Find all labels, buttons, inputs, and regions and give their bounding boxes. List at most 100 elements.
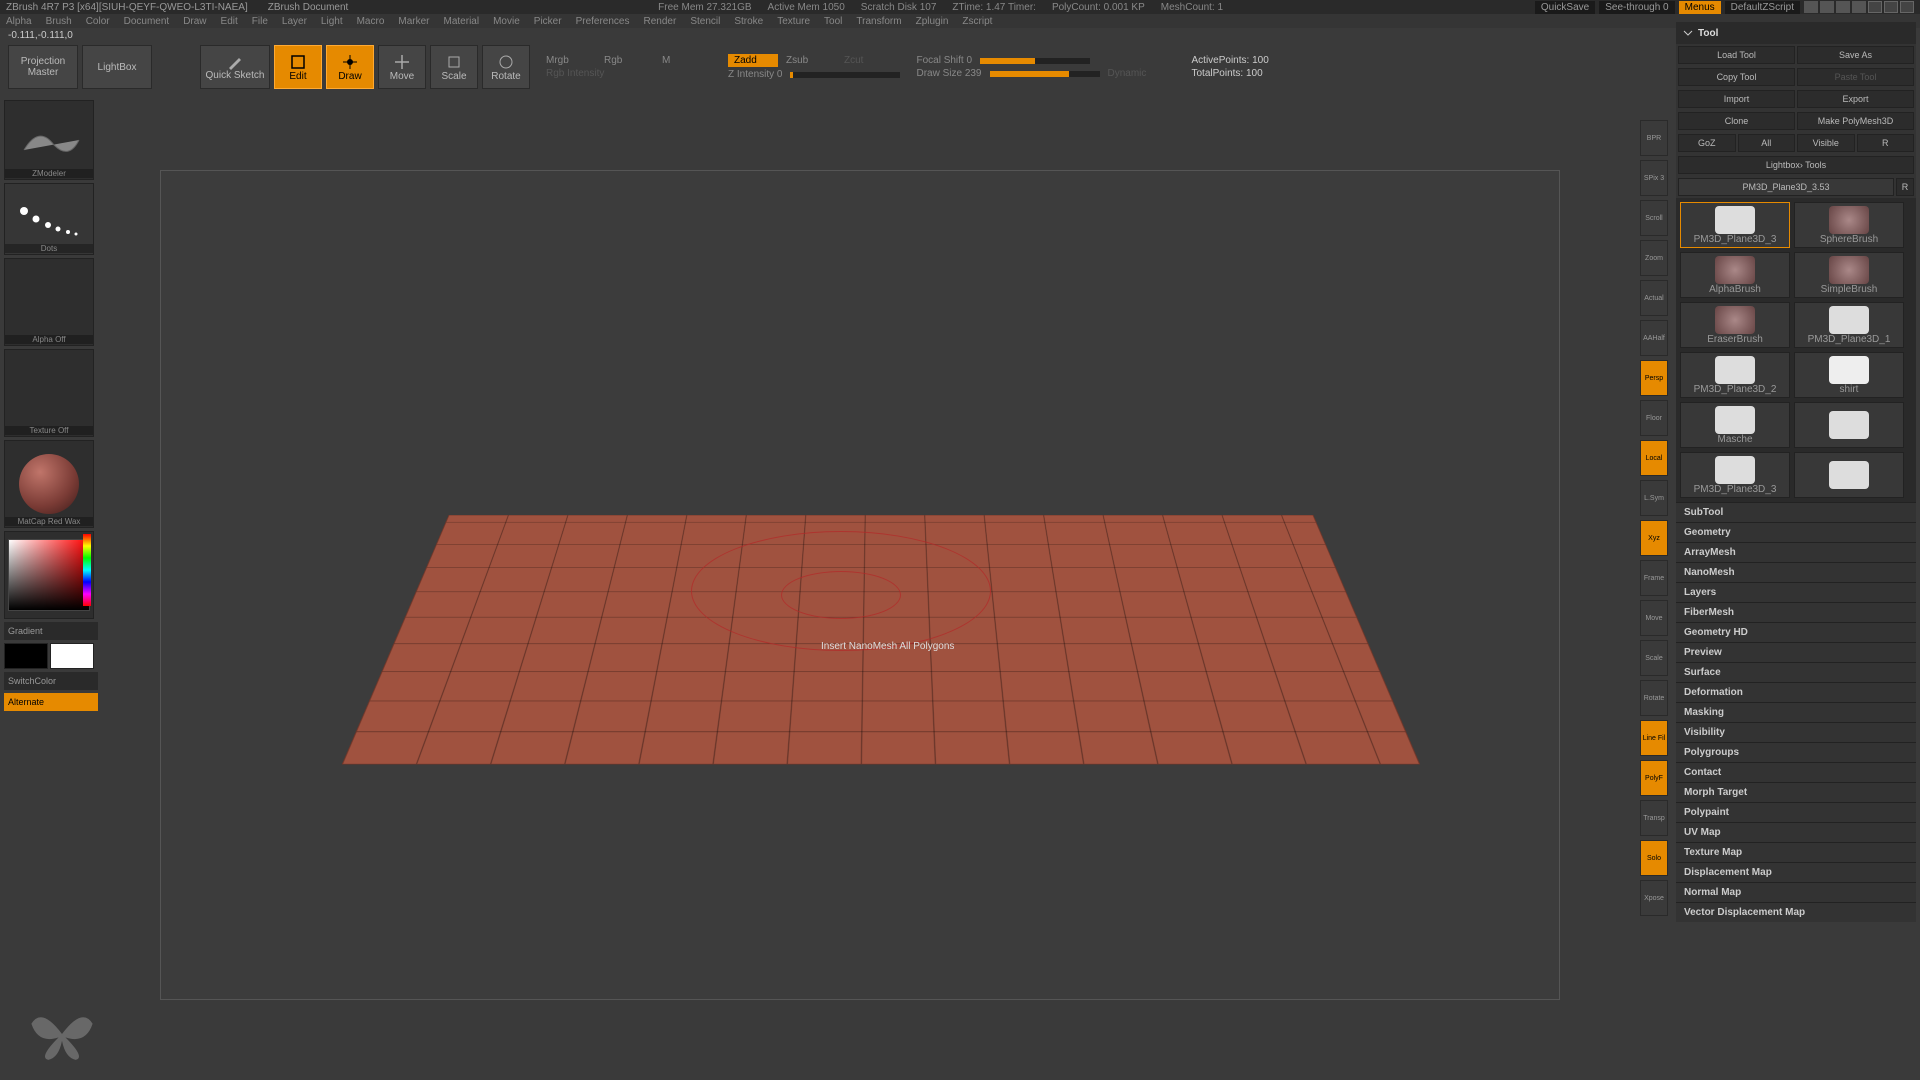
tool-item-alphabrush[interactable]: AlphaBrush — [1680, 252, 1790, 298]
section-preview[interactable]: Preview — [1676, 642, 1916, 662]
section-contact[interactable]: Contact — [1676, 762, 1916, 782]
menu-preferences[interactable]: Preferences — [576, 16, 630, 27]
menu-edit[interactable]: Edit — [221, 16, 238, 27]
titlebar-icon-1[interactable] — [1804, 1, 1818, 13]
close-button[interactable] — [1900, 1, 1914, 13]
mrgb-label[interactable]: Mrgb — [546, 55, 596, 66]
tool-item-empty-9[interactable] — [1794, 402, 1904, 448]
alternate-button[interactable]: Alternate — [4, 693, 98, 711]
paste-tool-button[interactable]: Paste Tool — [1797, 68, 1914, 86]
focal-label[interactable]: Focal Shift 0 — [916, 55, 972, 66]
nav-xpose[interactable]: Xpose — [1640, 880, 1668, 916]
quicksketch-button[interactable]: Quick Sketch — [200, 45, 270, 89]
drawsize-slider[interactable] — [990, 71, 1100, 77]
r-button[interactable]: R — [1857, 134, 1915, 152]
stroke-selector[interactable]: Dots — [4, 183, 94, 255]
zint-label[interactable]: Z Intensity 0 — [728, 69, 782, 80]
draw-button[interactable]: Draw — [326, 45, 374, 89]
brush-selector[interactable]: ZModeler — [4, 100, 94, 180]
menu-material[interactable]: Material — [444, 16, 480, 27]
section-displacement-map[interactable]: Displacement Map — [1676, 862, 1916, 882]
color-picker[interactable] — [4, 531, 94, 619]
m-label[interactable]: M — [662, 55, 712, 66]
max-button[interactable] — [1884, 1, 1898, 13]
menu-macro[interactable]: Macro — [357, 16, 385, 27]
menu-tool[interactable]: Tool — [824, 16, 842, 27]
menu-draw[interactable]: Draw — [183, 16, 206, 27]
nav-solo[interactable]: Solo — [1640, 840, 1668, 876]
nav-spix-3[interactable]: SPix 3 — [1640, 160, 1668, 196]
tool-item-masche[interactable]: Masche — [1680, 402, 1790, 448]
focal-slider[interactable] — [980, 58, 1090, 64]
material-selector[interactable]: MatCap Red Wax — [4, 440, 94, 528]
visible-button[interactable]: Visible — [1797, 134, 1855, 152]
section-vector-displacement-map[interactable]: Vector Displacement Map — [1676, 902, 1916, 922]
menu-zscript[interactable]: Zscript — [962, 16, 992, 27]
menu-alpha[interactable]: Alpha — [6, 16, 32, 27]
copy-tool-button[interactable]: Copy Tool — [1678, 68, 1795, 86]
make-polymesh3d-button[interactable]: Make PolyMesh3D — [1797, 112, 1914, 130]
import-button[interactable]: Import — [1678, 90, 1795, 108]
menu-stroke[interactable]: Stroke — [734, 16, 763, 27]
zint-slider[interactable] — [790, 72, 900, 78]
zsub-button[interactable]: Zsub — [786, 55, 836, 66]
section-subtool[interactable]: SubTool — [1676, 502, 1916, 522]
tool-item-simplebrush[interactable]: SimpleBrush — [1794, 252, 1904, 298]
scale-button[interactable]: Scale — [430, 45, 478, 89]
tool-r-button[interactable]: R — [1896, 178, 1914, 196]
nav-line-fil[interactable]: Line Fil — [1640, 720, 1668, 756]
switchcolor-button[interactable]: SwitchColor — [4, 672, 98, 690]
zcut-button[interactable]: Zcut — [844, 55, 894, 66]
tool-item-pm3d-plane3d-3[interactable]: PM3D_Plane3D_3 — [1680, 202, 1790, 248]
export-button[interactable]: Export — [1797, 90, 1914, 108]
nav-xyz[interactable]: Xyz — [1640, 520, 1668, 556]
tool-item-pm3d-plane3d-1[interactable]: PM3D_Plane3D_1 — [1794, 302, 1904, 348]
nav-scroll[interactable]: Scroll — [1640, 200, 1668, 236]
menu-document[interactable]: Document — [124, 16, 170, 27]
nav-persp[interactable]: Persp — [1640, 360, 1668, 396]
lightbox-button[interactable]: LightBox — [82, 45, 152, 89]
load-tool-button[interactable]: Load Tool — [1678, 46, 1795, 64]
lightbox-tools-button[interactable]: Lightbox› Tools — [1678, 156, 1914, 174]
nav-l.sym[interactable]: L.Sym — [1640, 480, 1668, 516]
section-polygroups[interactable]: Polygroups — [1676, 742, 1916, 762]
menu-brush[interactable]: Brush — [46, 16, 72, 27]
nav-zoom[interactable]: Zoom — [1640, 240, 1668, 276]
texture-selector[interactable]: Texture Off — [4, 349, 94, 437]
gradient-button[interactable]: Gradient — [4, 622, 98, 640]
section-morph-target[interactable]: Morph Target — [1676, 782, 1916, 802]
drawsize-label[interactable]: Draw Size 239 — [916, 68, 981, 79]
tool-item-spherebrush[interactable]: SphereBrush — [1794, 202, 1904, 248]
menu-file[interactable]: File — [252, 16, 268, 27]
section-fibermesh[interactable]: FiberMesh — [1676, 602, 1916, 622]
menu-texture[interactable]: Texture — [777, 16, 810, 27]
menu-marker[interactable]: Marker — [398, 16, 429, 27]
min-button[interactable] — [1868, 1, 1882, 13]
quicksave-button[interactable]: QuickSave — [1535, 1, 1595, 14]
projection-master-button[interactable]: Projection Master — [8, 45, 78, 89]
rotate-button[interactable]: Rotate — [482, 45, 530, 89]
swatch-white[interactable] — [50, 643, 94, 669]
menus-button[interactable]: Menus — [1679, 1, 1721, 14]
menu-light[interactable]: Light — [321, 16, 343, 27]
section-uv-map[interactable]: UV Map — [1676, 822, 1916, 842]
nav-frame[interactable]: Frame — [1640, 560, 1668, 596]
menu-transform[interactable]: Transform — [856, 16, 901, 27]
nav-bpr[interactable]: BPR — [1640, 120, 1668, 156]
section-normal-map[interactable]: Normal Map — [1676, 882, 1916, 902]
active-tool-display[interactable]: PM3D_Plane3D_3.53 — [1678, 178, 1894, 196]
section-geometry-hd[interactable]: Geometry HD — [1676, 622, 1916, 642]
alpha-selector[interactable]: Alpha Off — [4, 258, 94, 346]
defaultscript-button[interactable]: DefaultZScript — [1725, 1, 1800, 14]
viewport-canvas[interactable]: Insert NanoMesh All Polygons — [160, 170, 1560, 1000]
titlebar-icon-3[interactable] — [1836, 1, 1850, 13]
tool-item-eraserbrush[interactable]: EraserBrush — [1680, 302, 1790, 348]
goz-button[interactable]: GoZ — [1678, 134, 1736, 152]
tool-item-empty-11[interactable] — [1794, 452, 1904, 498]
save-as-button[interactable]: Save As — [1797, 46, 1914, 64]
titlebar-icon-4[interactable] — [1852, 1, 1866, 13]
section-layers[interactable]: Layers — [1676, 582, 1916, 602]
nav-move[interactable]: Move — [1640, 600, 1668, 636]
nav-actual[interactable]: Actual — [1640, 280, 1668, 316]
menu-stencil[interactable]: Stencil — [690, 16, 720, 27]
